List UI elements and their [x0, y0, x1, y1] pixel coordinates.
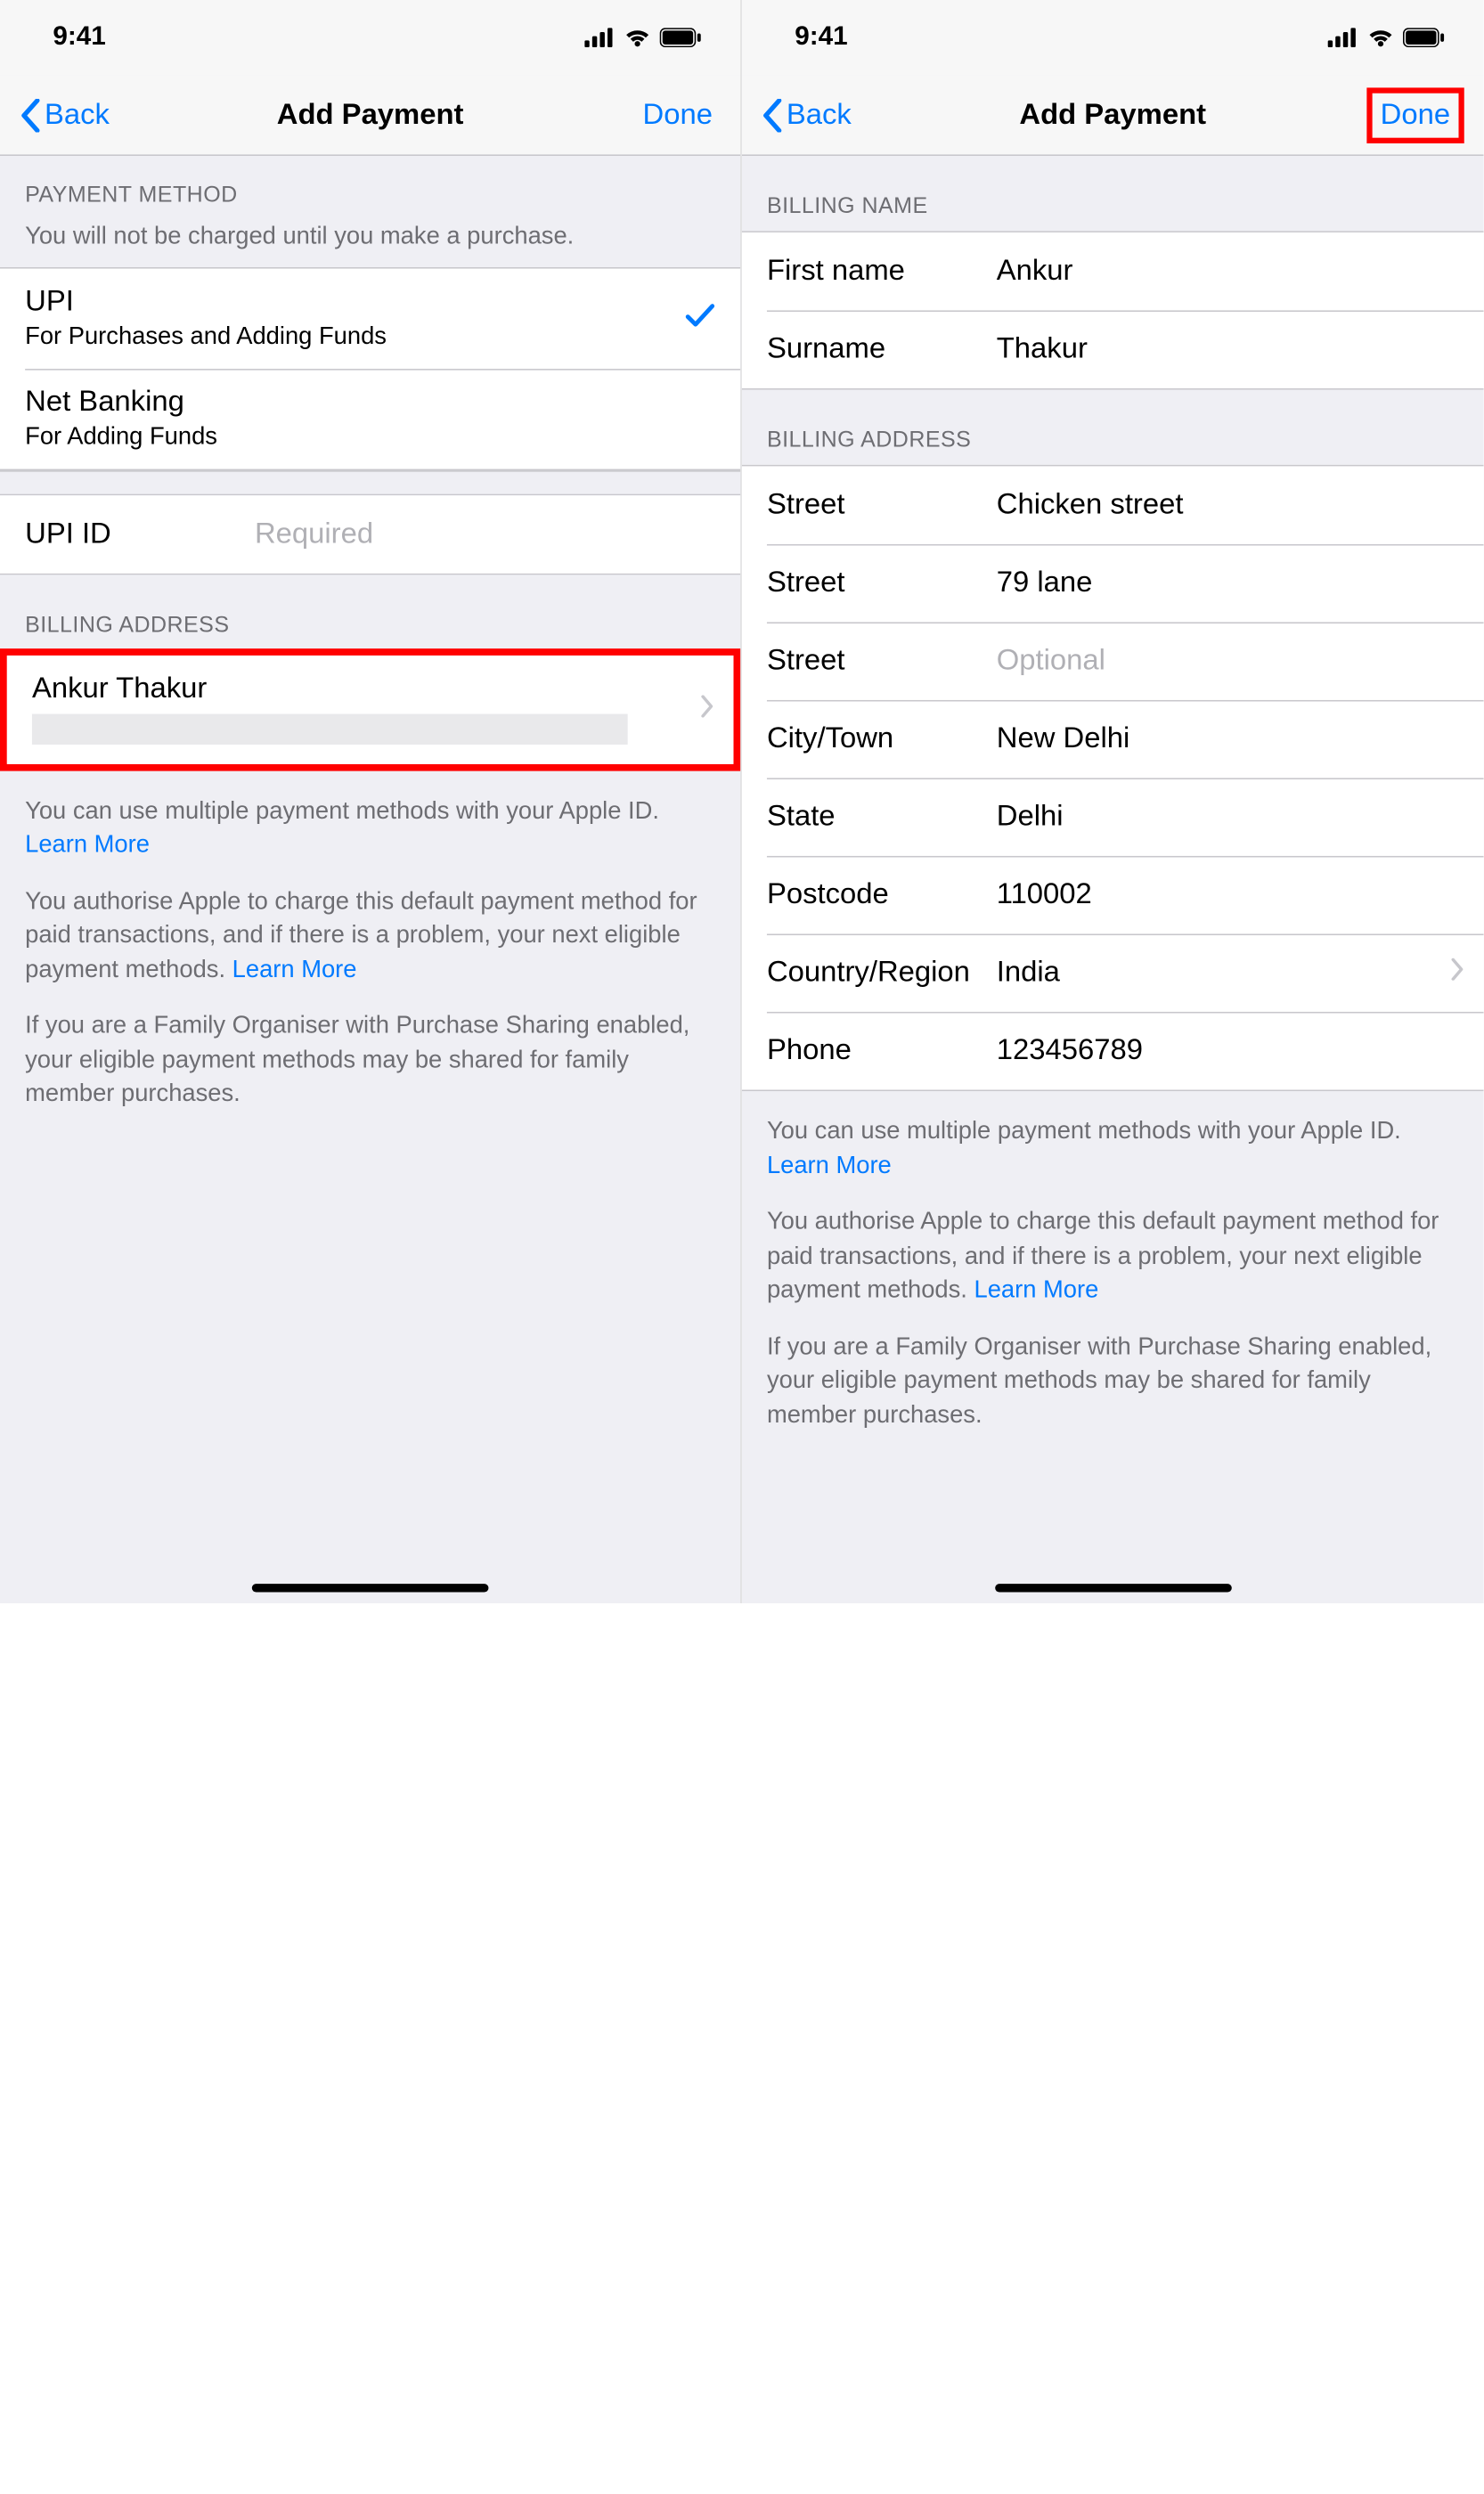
billing-address-header: BILLING ADDRESS [0, 575, 740, 649]
back-button[interactable]: Back [20, 98, 110, 132]
highlight-billing-address: Ankur Thakur [0, 648, 740, 771]
street-label: Street [767, 488, 997, 522]
method-sub: For Adding Funds [25, 422, 217, 452]
city-label: City/Town [767, 722, 997, 756]
back-label: Back [787, 98, 852, 132]
checkmark-icon [685, 297, 715, 339]
wifi-icon [1366, 28, 1394, 47]
footer-p2: You authorise Apple to charge this defau… [742, 1182, 1484, 1307]
nav-title: Add Payment [277, 98, 464, 132]
footer-p1: You can use multiple payment methods wit… [742, 1091, 1484, 1182]
billing-address-header: BILLING ADDRESS [742, 390, 1484, 465]
status-bar: 9:41 [0, 0, 740, 75]
postcode-row[interactable]: Postcode 110002 [742, 856, 1484, 934]
cellular-icon [584, 28, 615, 47]
upi-id-label: UPI ID [25, 518, 255, 551]
surname-label: Surname [767, 332, 997, 366]
state-row[interactable]: State Delhi [742, 778, 1484, 856]
upi-id-placeholder: Required [255, 518, 373, 551]
status-bar: 9:41 [742, 0, 1484, 75]
nav-bar: Back Add Payment Done [0, 75, 740, 156]
status-time: 9:41 [795, 22, 847, 53]
city-value: New Delhi [997, 722, 1130, 756]
home-indicator[interactable] [994, 1584, 1231, 1592]
upi-id-row[interactable]: UPI ID Required [0, 495, 740, 574]
learn-more-link[interactable]: Learn More [767, 1150, 892, 1178]
billing-address-list: Street Chicken street Street 79 lane Str… [742, 465, 1484, 1091]
footer-p1: You can use multiple payment methods wit… [0, 770, 740, 861]
street3-row[interactable]: Street Optional [742, 622, 1484, 700]
payment-method-note: You will not be charged until you make a… [0, 220, 740, 267]
payment-method-upi[interactable]: UPI For Purchases and Adding Funds [0, 268, 740, 369]
battery-icon [660, 28, 702, 47]
chevron-right-icon [1450, 958, 1464, 988]
city-row[interactable]: City/Town New Delhi [742, 700, 1484, 778]
phone-row[interactable]: Phone 123456789 [742, 1012, 1484, 1090]
country-value: India [997, 956, 1060, 990]
street-label: Street [767, 644, 997, 678]
chevron-right-icon [700, 695, 714, 724]
done-button-highlighted[interactable]: Done [1366, 87, 1464, 143]
chevron-left-icon [20, 98, 42, 132]
learn-more-link[interactable]: Learn More [232, 954, 357, 982]
method-sub: For Purchases and Adding Funds [25, 322, 387, 351]
country-row[interactable]: Country/Region India [742, 933, 1484, 1012]
status-icons [1328, 28, 1445, 47]
phone-label: Phone [767, 1034, 997, 1068]
screen-right: 9:41 Back Add Payment Done BILLING NAME … [742, 0, 1484, 1603]
upi-id-row-list: UPI ID Required [0, 495, 740, 575]
billing-name-list: First name Ankur Surname Thakur [742, 231, 1484, 389]
street-value: Chicken street [997, 488, 1184, 522]
state-label: State [767, 800, 997, 834]
footer-p2: You authorise Apple to charge this defau… [0, 861, 740, 986]
battery-icon [1403, 28, 1445, 47]
billing-name: Ankur Thakur [32, 672, 708, 705]
billing-name-header: BILLING NAME [742, 156, 1484, 231]
learn-more-link[interactable]: Learn More [25, 829, 150, 857]
screen-left: 9:41 Back Add Payment Done PAYMENT METHO… [0, 0, 742, 1603]
payment-method-header: PAYMENT METHOD [0, 156, 740, 220]
back-label: Back [45, 98, 110, 132]
footer-p3: If you are a Family Organiser with Purch… [742, 1306, 1484, 1430]
nav-bar: Back Add Payment Done [742, 75, 1484, 156]
street-value: 79 lane [997, 566, 1093, 600]
state-value: Delhi [997, 800, 1064, 834]
first-name-value: Ankur [997, 255, 1073, 289]
country-label: Country/Region [767, 956, 997, 990]
payment-method-netbanking[interactable]: Net Banking For Adding Funds [0, 368, 740, 469]
learn-more-link[interactable]: Learn More [974, 1275, 1098, 1302]
method-title: Net Banking [25, 386, 184, 420]
chevron-left-icon [762, 98, 784, 132]
wifi-icon [624, 28, 651, 47]
postcode-label: Postcode [767, 878, 997, 912]
billing-address-row[interactable]: Ankur Thakur [7, 655, 734, 763]
status-icons [584, 28, 701, 47]
nav-title: Add Payment [1019, 98, 1206, 132]
done-button[interactable]: Done [634, 93, 721, 137]
street-label: Street [767, 566, 997, 600]
first-name-row[interactable]: First name Ankur [742, 232, 1484, 311]
status-time: 9:41 [53, 22, 105, 53]
street2-row[interactable]: Street 79 lane [742, 544, 1484, 623]
home-indicator[interactable] [252, 1584, 489, 1592]
redacted-address [32, 713, 627, 744]
surname-row[interactable]: Surname Thakur [742, 310, 1484, 388]
street1-row[interactable]: Street Chicken street [742, 466, 1484, 544]
phone-value: 123456789 [997, 1034, 1143, 1068]
first-name-label: First name [767, 255, 997, 289]
postcode-value: 110002 [997, 878, 1092, 912]
payment-methods-list: UPI For Purchases and Adding Funds Net B… [0, 266, 740, 469]
footer-p3: If you are a Family Organiser with Purch… [0, 985, 740, 1110]
street-placeholder: Optional [997, 644, 1105, 678]
surname-value: Thakur [997, 332, 1088, 366]
method-title: UPI [25, 286, 74, 320]
cellular-icon [1328, 28, 1358, 47]
back-button[interactable]: Back [762, 98, 852, 132]
